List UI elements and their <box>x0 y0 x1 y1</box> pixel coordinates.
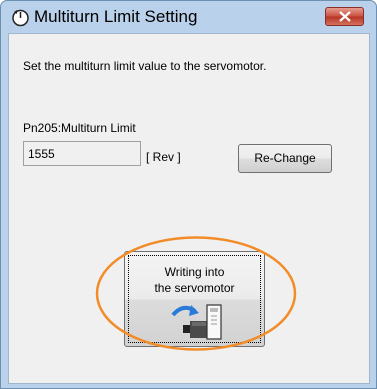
multiturn-limit-field[interactable]: 1555 <box>23 141 141 166</box>
write-button-label-line2: the servomotor <box>154 281 235 295</box>
close-icon <box>339 11 351 22</box>
write-to-servomotor-icon <box>171 304 222 340</box>
servo-dial-icon <box>12 9 29 27</box>
re-change-button[interactable]: Re-Change <box>238 144 332 173</box>
title-bar[interactable]: Multiturn Limit Setting <box>1 1 376 33</box>
unit-label: [ Rev ] <box>146 150 181 164</box>
write-button-label-line1: Writing into <box>164 265 225 279</box>
window-title: Multiturn Limit Setting <box>34 7 198 26</box>
close-button[interactable] <box>325 7 364 26</box>
write-to-servomotor-button[interactable]: Writing into the servomotor <box>124 251 265 347</box>
instruction-text: Set the multiturn limit value to the ser… <box>23 59 267 73</box>
parameter-label: Pn205:Multiturn Limit <box>23 121 136 135</box>
